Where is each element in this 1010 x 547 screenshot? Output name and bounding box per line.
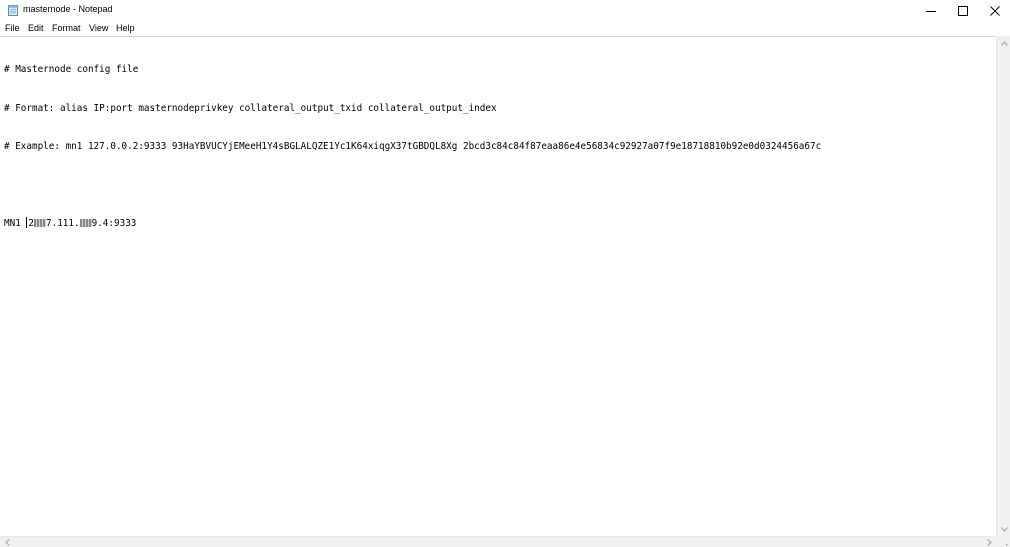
title-bar[interactable]: masternode - Notepad <box>0 0 1010 21</box>
resize-grip[interactable] <box>996 536 1010 547</box>
maximize-icon <box>957 5 968 16</box>
minimize-button[interactable] <box>914 0 947 21</box>
menu-format[interactable]: Format <box>52 23 81 33</box>
scroll-right-arrow-icon <box>986 539 992 546</box>
text-line-comment-example: # Example: mn1 127.0.0.2:9333 93HaYBVUCY… <box>4 140 822 152</box>
menu-edit[interactable]: Edit <box>28 23 44 33</box>
entry-alias: MN1 <box>4 217 21 229</box>
text-line-comment-title: # Masternode config file <box>4 64 139 76</box>
menu-file[interactable]: File <box>5 23 20 33</box>
scroll-left-arrow-icon <box>4 539 10 546</box>
text-line-comment-format: # Format: alias IP:port masternodeprivke… <box>4 102 497 114</box>
minimize-icon <box>925 10 936 12</box>
text-line-masternode-entry: MN1 2 7.111. 9.4:9333 <box>4 216 821 230</box>
entry-ip-part-3: 9.4:9333 <box>91 217 137 229</box>
notepad-icon <box>8 5 18 16</box>
notepad-window: masternode - Notepad File Edit Format Vi… <box>0 0 1010 547</box>
scroll-up-arrow-icon <box>1000 40 1008 46</box>
scroll-up-button[interactable] <box>997 36 1010 50</box>
resize-grip-icon <box>1006 544 1008 546</box>
entry-ip-part-2: 7.111. <box>46 217 80 229</box>
scroll-down-arrow-icon <box>1000 526 1008 532</box>
scroll-right-button[interactable] <box>982 537 996 547</box>
menu-help[interactable]: Help <box>116 23 135 33</box>
scroll-left-button[interactable] <box>0 537 14 547</box>
close-icon <box>989 5 1000 16</box>
horizontal-scrollbar[interactable] <box>0 536 996 547</box>
close-button[interactable] <box>978 0 1010 21</box>
text-editor-area[interactable]: # Masternode config file # Format: alias… <box>0 36 996 537</box>
menu-view[interactable]: View <box>89 23 108 33</box>
vertical-scrollbar[interactable] <box>996 36 1010 536</box>
scroll-down-button[interactable] <box>997 522 1010 536</box>
redacted-mark <box>79 218 92 227</box>
maximize-button[interactable] <box>946 0 979 21</box>
redacted-mark <box>34 218 47 227</box>
menu-bar: File Edit Format View Help <box>0 21 1010 36</box>
window-title: masternode - Notepad <box>23 4 113 14</box>
text-line-empty <box>4 179 821 192</box>
